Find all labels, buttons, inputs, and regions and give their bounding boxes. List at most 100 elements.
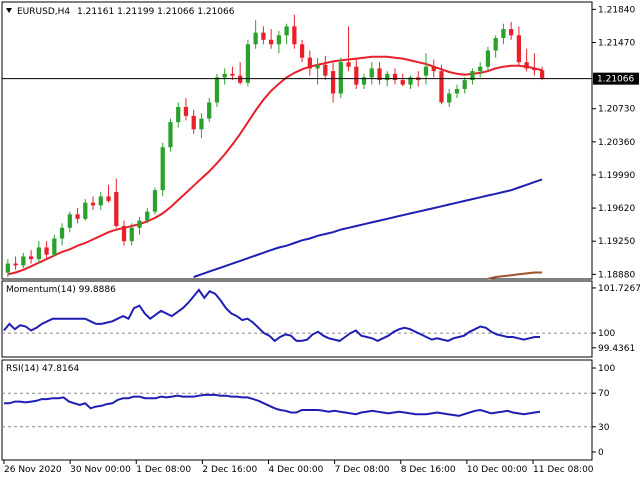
candle-body [83,202,88,219]
candle-body [284,26,289,36]
candle-body [423,66,429,76]
time-tick-label: 1 Dec 08:00 [136,465,191,475]
candle-body [292,26,297,45]
time-tick-label: 7 Dec 08:00 [335,465,390,475]
time-tick-label: 4 Dec 00:00 [269,465,324,475]
price-chart-window[interactable]: 1.21840 1.21470 1.21066 1.20730 1.20360 1.199… [0,0,640,480]
candle-body [152,190,158,212]
time-tick-label: 2 Dec 16:00 [202,465,257,475]
candle-body [299,44,305,58]
candle-body [253,32,258,45]
candle-body [230,73,235,76]
candle-body [183,106,189,116]
candle-body [338,62,343,94]
rsi-tick-label: 70 [598,389,610,399]
candle-body [28,256,34,260]
candle-body [369,68,374,78]
candle-body [431,66,436,72]
candle-body [462,80,467,90]
candle-body [52,238,57,255]
candle-body [509,29,514,36]
time-tick-label: 10 Dec 00:00 [467,465,528,475]
candle-body [21,256,26,266]
ohlc-readout: 1.21161 1.21199 1.21066 1.21066 [77,7,235,17]
candle-body [346,62,351,67]
candle-body [67,214,72,228]
price-tick-label: 1.21840 [598,5,635,15]
candle-body [315,64,320,69]
price-tick-label: 1.19250 [598,237,635,247]
candle-body [207,102,212,119]
candle-body [36,247,41,260]
candle-body [98,196,103,206]
price-tick-label: 1.20730 [598,105,635,115]
candle-body [439,71,444,103]
price-axis: 1.21840 1.21470 1.21066 1.20730 1.20360 1.199… [592,5,639,280]
candle-body [160,147,165,191]
candle-body [5,263,11,273]
candle[interactable] [245,39,251,87]
candle-body [199,118,204,130]
candle-body [191,115,196,130]
time-tick-label: 8 Dec 16:00 [401,465,456,475]
candle-body [75,214,80,219]
candle-body [137,220,142,228]
momentum-tick-label: 101.7267 [598,284,640,294]
symbol-label: EURUSD,H4 [17,7,70,17]
rsi-tick-label: 0 [598,448,604,458]
time-tick-label: 30 Nov 00:00 [70,465,131,475]
candle-body [261,32,266,40]
candle-body [323,64,328,76]
candle-body [145,211,150,221]
candle-body [114,191,119,226]
candle-body [447,93,452,103]
candle-body [245,44,251,83]
candle-body [501,29,506,39]
candle-body [106,196,111,201]
candle-body [516,35,522,63]
candle-body [176,106,181,123]
candle-body [330,71,336,94]
price-tick-label: 1.18880 [598,270,635,280]
candle[interactable] [338,57,343,98]
price-tick-label: 1.19990 [598,171,635,181]
candle-body [168,122,173,148]
current-price-label: 1.21066 [597,75,634,85]
candle-body [400,80,405,85]
price-tick-label: 1.19620 [598,204,635,214]
price-tick-label: 1.20360 [598,138,635,148]
candle-body [485,50,491,67]
time-tick-label: 26 Nov 2020 [4,465,62,475]
momentum-tick-label: 99.4361 [598,344,635,354]
candle-body [214,77,220,103]
candle-body [238,75,243,83]
rsi-tick-label: 100 [598,364,615,374]
time-tick-label: 11 Dec 08:00 [533,465,594,475]
momentum-title: Momentum(14) 99.8886 [6,285,116,295]
candle-body [90,202,96,206]
candle-body [13,263,18,266]
candle-body [354,66,359,85]
candle-body [478,66,483,72]
candle-body [44,247,49,255]
candle-body [454,89,460,94]
candle[interactable] [168,118,173,152]
candle-body [524,62,529,69]
momentum-tick-label: 100 [598,329,615,339]
candle-body [222,73,227,78]
candle-body [532,68,537,71]
candle-body [276,35,282,45]
candle[interactable] [152,187,158,215]
candle-body [307,57,312,69]
rsi-title: RSI(14) 47.8164 [6,364,79,374]
chart-header: EURUSD,H4 1.21161 1.21199 1.21066 1.2106… [6,7,235,17]
candle-body [268,39,274,45]
candle-body [59,227,65,239]
candle-body [493,38,498,51]
candle-body [129,227,134,242]
rsi-tick-label: 30 [598,423,610,433]
price-tick-label: 1.21470 [598,38,635,48]
candle[interactable] [160,142,165,197]
candle-body [121,225,127,242]
candle-body [539,70,545,79]
